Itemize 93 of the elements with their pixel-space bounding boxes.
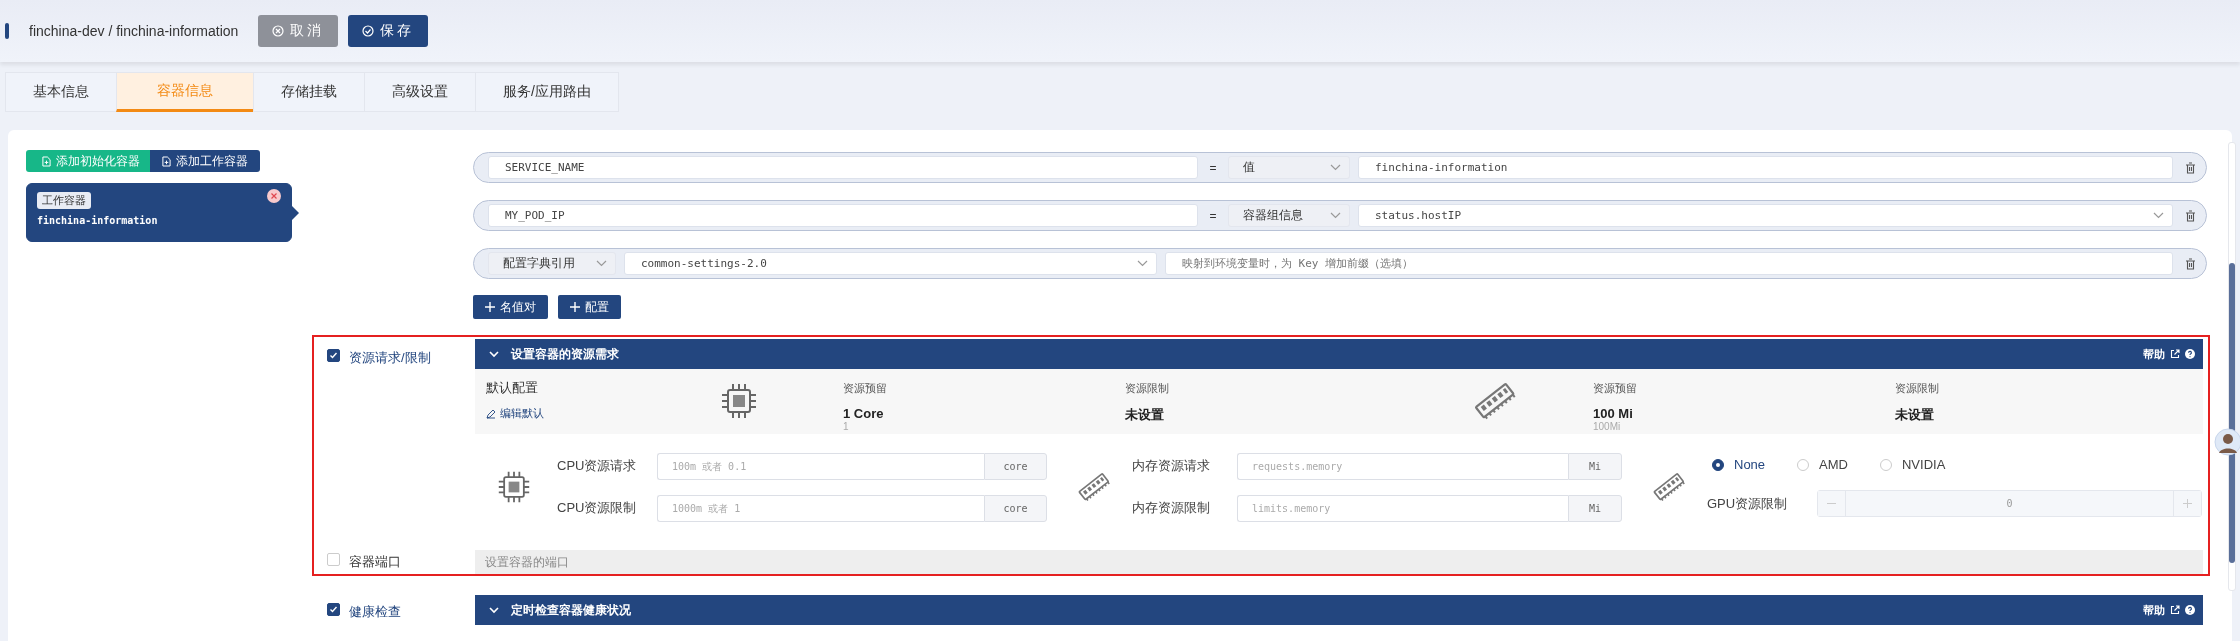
checkmark-icon xyxy=(329,351,338,360)
field-label: CPU资源限制 xyxy=(557,499,638,517)
trash-icon[interactable] xyxy=(2185,209,2196,222)
equals-sign: = xyxy=(1208,160,1218,175)
limit-value: 未设置 xyxy=(1125,406,1165,424)
chevron-down-icon xyxy=(1137,260,1148,267)
external-link-icon xyxy=(2170,605,2180,615)
plus-icon xyxy=(570,302,580,312)
reserve-label: 资源预留 xyxy=(843,381,888,396)
chip-icon xyxy=(720,382,758,420)
memory-icon xyxy=(1077,470,1111,504)
unit-label: Mi xyxy=(1568,494,1622,522)
close-circle-icon xyxy=(272,25,285,37)
text-field[interactable]: 100m 或者 0.1 xyxy=(657,452,984,480)
chip-icon xyxy=(497,470,531,504)
unit-label: Mi xyxy=(1568,452,1622,480)
checkbox-label[interactable]: 容器端口 xyxy=(349,553,401,571)
tab[interactable]: 高级设置 xyxy=(364,72,475,112)
checkbox-label[interactable]: 健康检查 xyxy=(349,603,401,621)
dropdown[interactable]: status.hostIP xyxy=(1358,204,2173,227)
limit-label: 资源限制 xyxy=(1125,381,1170,396)
help-icon xyxy=(2185,605,2195,615)
limit-value: 未设置 xyxy=(1895,406,1935,424)
prefix-field[interactable]: 映射到环境变量时，为 Key 增加前缀（选填） xyxy=(1165,252,2173,275)
value-field[interactable]: finchina-information xyxy=(1358,156,2173,179)
unit-label: core xyxy=(984,452,1047,480)
plus-icon xyxy=(485,302,495,312)
text-field[interactable]: limits.memory xyxy=(1237,494,1568,522)
tab[interactable]: 存储挂载 xyxy=(253,72,364,112)
dropdown[interactable]: 值 xyxy=(1228,156,1350,179)
memory-icon xyxy=(1652,470,1686,504)
radio-option[interactable]: NVIDIA xyxy=(1879,457,1946,472)
help-link[interactable]: 帮助 xyxy=(2143,602,2165,618)
reserve-raw: 1 xyxy=(843,421,850,432)
reserve-raw: 100Mi xyxy=(1593,421,1622,432)
avatar-icon[interactable] xyxy=(2212,425,2240,459)
reserve-value: 100 Mi xyxy=(1593,406,1634,421)
tab[interactable]: 服务/应用路由 xyxy=(475,72,619,112)
pencil-icon xyxy=(486,408,496,419)
add-container-button[interactable]: 添加工作容器 xyxy=(150,150,260,172)
radio-option[interactable]: AMD xyxy=(1797,457,1848,472)
breadcrumb: finchina-dev / finchina-information xyxy=(29,23,239,39)
dropdown-value: 容器组信息 xyxy=(1243,207,1303,224)
container-tag: 工作容器 xyxy=(37,192,91,209)
checkbox[interactable] xyxy=(327,349,340,362)
edit-defaults-link[interactable]: 编辑默认 xyxy=(486,406,720,421)
text-field[interactable]: requests.memory xyxy=(1237,452,1568,480)
dropdown-value: 配置字典引用 xyxy=(503,255,575,272)
file-plus-icon xyxy=(162,155,171,167)
section-title: 设置容器的资源需求 xyxy=(511,345,620,363)
reserve-label: 资源预留 xyxy=(1593,381,1638,396)
check-circle-icon xyxy=(362,25,375,37)
field-label: GPU资源限制 xyxy=(1707,494,1789,513)
dropdown[interactable]: 配置字典引用 xyxy=(488,252,616,275)
variable-name-field[interactable]: MY_POD_IP xyxy=(488,204,1198,227)
variable-name-field[interactable]: SERVICE_NAME xyxy=(488,156,1198,179)
chevron-down-icon xyxy=(596,260,607,267)
dropdown-value: status.hostIP xyxy=(1375,209,1462,222)
dropdown[interactable]: common-settings-2.0 xyxy=(624,252,1157,275)
dropdown-value: common-settings-2.0 xyxy=(641,257,767,270)
help-icon xyxy=(2185,349,2195,359)
dropdown[interactable]: 容器组信息 xyxy=(1228,204,1350,227)
container-name: finchina-information xyxy=(37,215,159,226)
checkbox-label[interactable]: 资源请求/限制 xyxy=(349,349,431,367)
tab[interactable]: 基本信息 xyxy=(5,72,116,112)
external-link-icon xyxy=(2170,349,2180,359)
reserve-value: 1 Core xyxy=(843,406,885,421)
section-title: 定时检查容器健康状况 xyxy=(511,601,632,619)
limit-label: 资源限制 xyxy=(1895,381,1940,396)
chevron-down-icon xyxy=(2153,212,2164,219)
close-icon[interactable] xyxy=(267,189,281,203)
chevron-down-icon xyxy=(1330,212,1341,219)
section-header[interactable]: 设置容器的资源需求 帮助 xyxy=(475,339,2203,369)
trash-icon[interactable] xyxy=(2185,257,2196,270)
help-link[interactable]: 帮助 xyxy=(2143,346,2165,362)
trash-icon[interactable] xyxy=(2185,161,2196,174)
add-button[interactable]: 配置 xyxy=(558,295,621,319)
chevron-down-icon xyxy=(1330,164,1341,171)
checkbox[interactable] xyxy=(327,603,340,616)
field-label: 内存资源限制 xyxy=(1132,499,1211,517)
section-header[interactable]: 定时检查容器健康状况 帮助 xyxy=(475,595,2203,625)
file-plus-icon xyxy=(42,155,51,167)
field-label: CPU资源请求 xyxy=(557,457,638,475)
radio-option[interactable]: None xyxy=(1712,457,1766,472)
unit-label: core xyxy=(984,494,1047,522)
dropdown-value: 值 xyxy=(1243,159,1255,176)
checkmark-icon xyxy=(329,605,338,614)
save-button[interactable]: 保存 xyxy=(348,15,429,47)
text-field[interactable]: 1000m 或者 1 xyxy=(657,494,984,522)
field-label: 内存资源请求 xyxy=(1132,457,1211,475)
equals-sign: = xyxy=(1208,208,1218,223)
add-button[interactable]: 名值对 xyxy=(473,295,548,319)
defaults-title: 默认配置 xyxy=(486,379,539,397)
